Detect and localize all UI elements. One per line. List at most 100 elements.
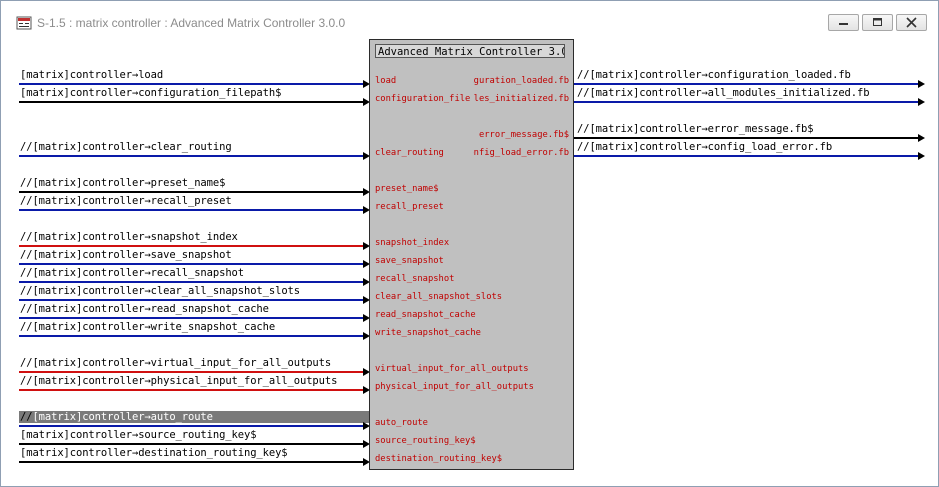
symbol-block[interactable]: Advanced Matrix Controller 3.0.0 load con… bbox=[369, 39, 574, 470]
input-wire bbox=[19, 299, 363, 301]
input-wire bbox=[19, 263, 363, 265]
input-wire bbox=[19, 317, 363, 319]
comment-marker: // bbox=[20, 141, 33, 153]
comment-marker: // bbox=[577, 141, 590, 153]
block-input-port: physical_input_for_all_outputs bbox=[375, 382, 534, 392]
input-signal-label[interactable]: [matrix]controller→load bbox=[20, 69, 163, 81]
arrow-icon bbox=[918, 152, 925, 160]
comment-marker: // bbox=[20, 411, 33, 423]
input-wire bbox=[19, 191, 363, 193]
input-signal-label[interactable]: [matrix]controller→configuration_filepat… bbox=[20, 87, 281, 99]
block-output-port-label: all_modules_initialized.fb bbox=[473, 94, 569, 104]
minimize-icon bbox=[839, 23, 848, 25]
input-wire bbox=[19, 425, 363, 427]
input-wire bbox=[19, 101, 363, 103]
input-wire bbox=[19, 209, 363, 211]
input-wire bbox=[19, 389, 363, 391]
signal-name: [matrix]controller→write_snapshot_cache bbox=[32, 321, 276, 333]
input-signal-label[interactable]: //[matrix]controller→snapshot_index bbox=[20, 231, 238, 243]
comment-marker: // bbox=[20, 231, 33, 243]
input-signal-label[interactable]: //[matrix]controller→auto_route bbox=[19, 411, 369, 423]
signal-name: [matrix]controller→read_snapshot_cache bbox=[32, 303, 269, 315]
output-signal-label[interactable]: //[matrix]controller→configuration_loade… bbox=[577, 69, 851, 81]
input-signal-label[interactable]: [matrix]controller→source_routing_key$ bbox=[20, 429, 257, 441]
input-signal-label[interactable]: //[matrix]controller→clear_all_snapshot_… bbox=[20, 285, 300, 297]
input-wire bbox=[19, 371, 363, 373]
program-window: S-1.5 : matrix controller : Advanced Mat… bbox=[0, 0, 939, 487]
arrow-icon bbox=[918, 98, 925, 106]
output-signal-label[interactable]: //[matrix]controller→config_load_error.f… bbox=[577, 141, 832, 153]
comment-marker: // bbox=[20, 285, 33, 297]
program-canvas: [matrix]controller→load [matrix]controlle… bbox=[1, 38, 938, 486]
comment-marker: // bbox=[20, 321, 33, 333]
block-output-port: all_modules_initialized.fb bbox=[473, 94, 569, 104]
block-input-port: load bbox=[375, 76, 397, 86]
close-icon bbox=[906, 17, 917, 28]
output-signal-label[interactable]: //[matrix]controller→error_message.fb$ bbox=[577, 123, 814, 135]
comment-marker: // bbox=[20, 303, 33, 315]
output-signal-label[interactable]: //[matrix]controller→all_modules_initial… bbox=[577, 87, 870, 99]
block-output-port: error_message.fb$ bbox=[473, 130, 569, 140]
arrow-icon bbox=[918, 80, 925, 88]
block-output-port: configuration_loaded.fb bbox=[473, 76, 569, 86]
comment-marker: // bbox=[20, 195, 33, 207]
input-wire bbox=[19, 443, 363, 445]
output-wire bbox=[574, 137, 918, 139]
signal-name: [matrix]controller→clear_all_snapshot_sl… bbox=[32, 285, 300, 297]
signal-name: [matrix]controller→recall_snapshot bbox=[32, 267, 244, 279]
maximize-icon bbox=[873, 18, 882, 26]
comment-marker: // bbox=[20, 375, 33, 387]
maximize-button[interactable] bbox=[862, 14, 893, 31]
signal-name: [matrix]controller→configuration_filepat… bbox=[20, 87, 282, 99]
block-input-port: clear_all_snapshot_slots bbox=[375, 292, 503, 302]
block-input-port: write_snapshot_cache bbox=[375, 328, 481, 338]
window-title: S-1.5 : matrix controller : Advanced Mat… bbox=[37, 16, 346, 30]
input-signal-label[interactable]: //[matrix]controller→physical_input_for_… bbox=[20, 375, 337, 387]
input-signal-label[interactable]: //[matrix]controller→read_snapshot_cache bbox=[20, 303, 269, 315]
close-button[interactable] bbox=[896, 14, 927, 31]
block-input-port: destination_routing_key$ bbox=[375, 454, 503, 464]
signal-name: [matrix]controller→physical_input_for_al… bbox=[32, 375, 338, 387]
output-wire bbox=[574, 155, 918, 157]
signal-name: [matrix]controller→all_modules_initializ… bbox=[589, 87, 870, 99]
input-signal-label[interactable]: //[matrix]controller→virtual_input_for_a… bbox=[20, 357, 331, 369]
block-input-port: recall_snapshot bbox=[375, 274, 455, 284]
input-signal-label[interactable]: //[matrix]controller→clear_routing bbox=[20, 141, 232, 153]
signal-name: [matrix]controller→destination_routing_k… bbox=[20, 447, 288, 459]
signal-name: [matrix]controller→load bbox=[20, 69, 164, 81]
input-signal-label[interactable]: [matrix]controller→destination_routing_k… bbox=[20, 447, 288, 459]
block-input-port: save_snapshot bbox=[375, 256, 444, 266]
block-input-port: configuration_filepath$ bbox=[375, 94, 470, 104]
signal-name: [matrix]controller→snapshot_index bbox=[32, 231, 238, 243]
signal-name: [matrix]controller→configuration_loaded.… bbox=[589, 69, 851, 81]
block-title: Advanced Matrix Controller 3.0.0 bbox=[375, 44, 565, 58]
input-wire bbox=[19, 281, 363, 283]
input-signal-label[interactable]: //[matrix]controller→recall_snapshot bbox=[20, 267, 244, 279]
comment-marker: // bbox=[577, 69, 590, 81]
input-signal-label[interactable]: //[matrix]controller→write_snapshot_cach… bbox=[20, 321, 275, 333]
block-input-port: auto_route bbox=[375, 418, 428, 428]
input-signal-label[interactable]: //[matrix]controller→preset_name$ bbox=[20, 177, 225, 189]
signal-name: [matrix]controller→virtual_input_for_all… bbox=[32, 357, 332, 369]
signal-name: [matrix]controller→source_routing_key$ bbox=[20, 429, 257, 441]
title-bar[interactable]: S-1.5 : matrix controller : Advanced Mat… bbox=[1, 1, 938, 38]
minimize-button[interactable] bbox=[828, 14, 859, 31]
app-icon bbox=[16, 15, 32, 31]
comment-marker: // bbox=[20, 177, 33, 189]
signal-name: [matrix]controller→clear_routing bbox=[32, 141, 232, 153]
input-signal-label[interactable]: //[matrix]controller→save_snapshot bbox=[20, 249, 232, 261]
block-input-port: snapshot_index bbox=[375, 238, 450, 248]
comment-marker: // bbox=[20, 267, 33, 279]
input-wire bbox=[19, 83, 363, 85]
input-wire bbox=[19, 245, 363, 247]
block-input-port: recall_preset bbox=[375, 202, 444, 212]
output-wire bbox=[574, 83, 918, 85]
block-output-port: config_load_error.fb bbox=[473, 148, 569, 158]
block-output-port-label: config_load_error.fb bbox=[473, 148, 569, 158]
input-signal-label[interactable]: //[matrix]controller→recall_preset bbox=[20, 195, 232, 207]
block-input-port: source_routing_key$ bbox=[375, 436, 476, 446]
signal-name: [matrix]controller→save_snapshot bbox=[32, 249, 232, 261]
block-input-port: preset_name$ bbox=[375, 184, 439, 194]
input-wire bbox=[19, 461, 363, 463]
block-input-port: read_snapshot_cache bbox=[375, 310, 476, 320]
